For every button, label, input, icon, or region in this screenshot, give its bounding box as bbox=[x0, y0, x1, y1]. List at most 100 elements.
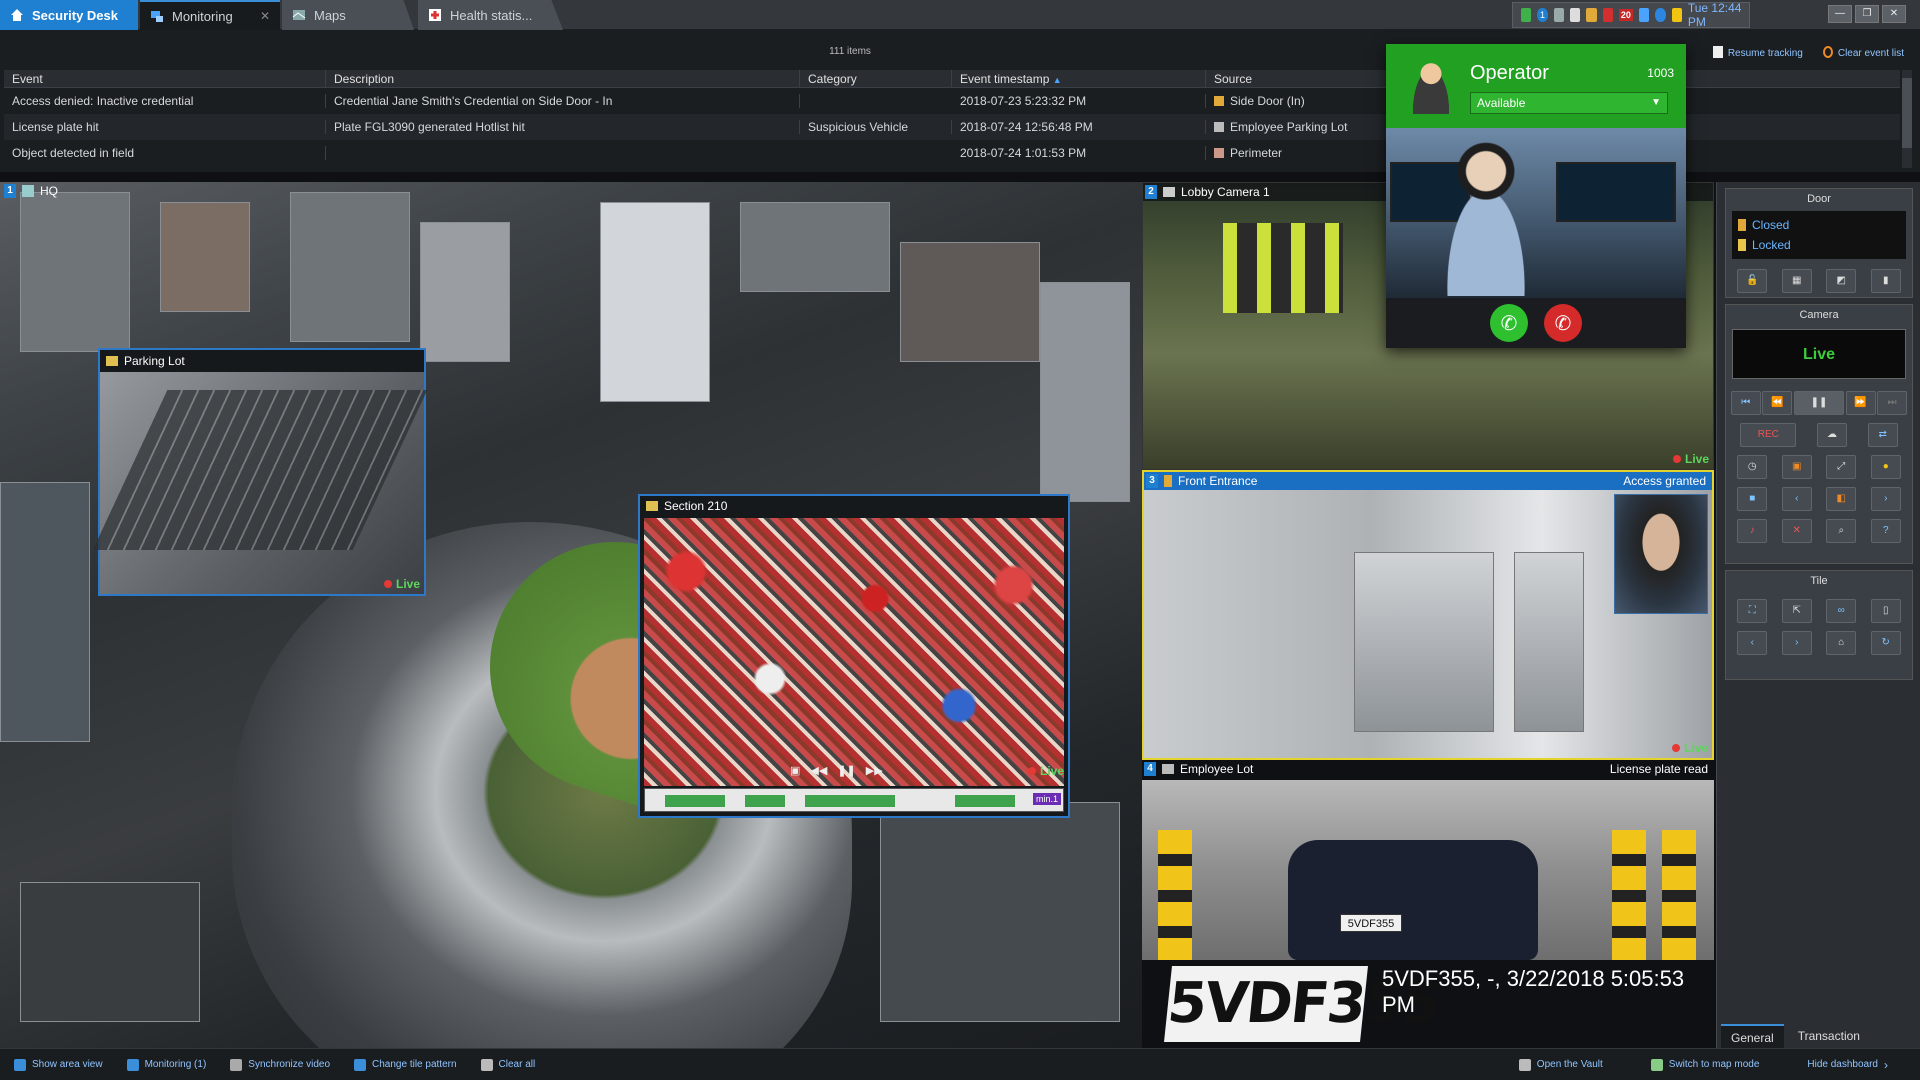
vehicle bbox=[1288, 840, 1538, 960]
forward-button[interactable]: ⏩ bbox=[1845, 391, 1876, 415]
forward-icon[interactable]: ▶▶ bbox=[866, 764, 883, 777]
tab-general[interactable]: General bbox=[1721, 1024, 1784, 1048]
next-button[interactable]: › bbox=[1870, 487, 1901, 511]
close-icon[interactable]: ✕ bbox=[260, 9, 270, 23]
door-closed-label: Closed bbox=[1752, 218, 1790, 232]
search-icon[interactable]: ⌕ bbox=[1826, 519, 1857, 543]
resume-tracking-button[interactable]: Resume tracking bbox=[1712, 46, 1803, 59]
clear-all-label: Clear all bbox=[498, 1059, 536, 1070]
restore-button[interactable]: ❐ bbox=[1855, 5, 1879, 23]
globe-icon[interactable] bbox=[1655, 8, 1666, 22]
building bbox=[880, 802, 1120, 1022]
monitoring-button[interactable]: Monitoring (1) bbox=[126, 1058, 206, 1071]
tile-back-button[interactable]: ‹ bbox=[1737, 631, 1768, 655]
close-window-button[interactable]: ✕ bbox=[1882, 5, 1906, 23]
tile-1-hq-map[interactable]: 1 HQ Parking Lot Live Section 210 ▣ ◀◀ ❚… bbox=[0, 182, 1142, 1048]
block-button[interactable]: ✕ bbox=[1781, 519, 1812, 543]
zoom-button[interactable]: ⤢ bbox=[1826, 455, 1857, 479]
open-vault-label: Open the Vault bbox=[1536, 1059, 1603, 1070]
ptz-button[interactable]: ☁ bbox=[1816, 423, 1847, 447]
tile-number: 4 bbox=[1144, 762, 1156, 776]
playback-timeline[interactable]: min.1 bbox=[644, 788, 1064, 812]
pause-icon[interactable]: ❚❚ bbox=[837, 764, 855, 777]
help-icon[interactable]: ? bbox=[1870, 519, 1901, 543]
column-header-timestamp[interactable]: Event timestamp ▲ bbox=[952, 69, 1206, 88]
pause-button[interactable]: ❚❚ bbox=[1793, 391, 1844, 415]
alarm-icon[interactable] bbox=[1602, 8, 1613, 22]
lobby-video bbox=[1223, 223, 1343, 313]
clock-icon[interactable]: ◷ bbox=[1737, 455, 1768, 479]
synchronize-video-button[interactable]: Synchronize video bbox=[230, 1058, 330, 1071]
delete-button[interactable]: ▮ bbox=[1870, 269, 1901, 293]
tile-3-front-entrance[interactable]: 3 Front Entrance Access granted Live bbox=[1142, 470, 1714, 760]
timeline-scale-label[interactable]: min.1 bbox=[1032, 793, 1061, 805]
bottom-toolbar: Show area view Monitoring (1) Synchroniz… bbox=[0, 1048, 1920, 1080]
scrollbar-thumb[interactable] bbox=[1902, 78, 1912, 148]
float-tile-button[interactable]: ⇱ bbox=[1781, 599, 1812, 623]
override-button[interactable]: ◩ bbox=[1826, 269, 1857, 293]
stop-button[interactable]: ■ bbox=[1737, 487, 1768, 511]
rewind-button[interactable]: ⏪ bbox=[1762, 391, 1793, 415]
link-button[interactable]: ⇄ bbox=[1867, 423, 1898, 447]
record-button[interactable]: REC bbox=[1740, 423, 1797, 447]
unlock-button[interactable]: 🔓 bbox=[1737, 269, 1768, 293]
camera-action-row: REC ☁ ⇄ bbox=[1726, 415, 1912, 447]
previous-button[interactable]: ‹ bbox=[1781, 487, 1812, 511]
link-tile-button[interactable]: ∞ bbox=[1826, 599, 1857, 623]
hide-dashboard-button[interactable]: Hide dashboard › bbox=[1807, 1058, 1888, 1072]
clear-tile-button[interactable]: ▯ bbox=[1870, 599, 1901, 623]
map-icon bbox=[22, 185, 34, 197]
skip-back-button[interactable]: ⏮ bbox=[1730, 391, 1761, 415]
tab-transaction[interactable]: Transaction bbox=[1788, 1024, 1870, 1048]
turnstile-video bbox=[1354, 552, 1494, 732]
tile-forward-button[interactable]: › bbox=[1781, 631, 1812, 655]
tab-maps[interactable]: Maps bbox=[282, 0, 414, 30]
chevron-right-icon: › bbox=[1884, 1057, 1888, 1072]
decline-call-button[interactable]: ✆ bbox=[1544, 304, 1582, 342]
operator-status-dropdown[interactable]: Available ▼ bbox=[1470, 92, 1668, 114]
camera-widget-title: Camera bbox=[1799, 309, 1839, 321]
vehicle-plate: 5VDF355 bbox=[1340, 914, 1402, 932]
minimize-button[interactable]: — bbox=[1828, 5, 1852, 23]
maximize-tile-button[interactable]: ⛶ bbox=[1737, 599, 1768, 623]
refresh-icon[interactable]: ↻ bbox=[1870, 631, 1901, 655]
door-history-button[interactable]: ▦ bbox=[1781, 269, 1812, 293]
skip-forward-button[interactable]: ⏭ bbox=[1877, 391, 1908, 415]
event-list-scrollbar[interactable] bbox=[1902, 70, 1912, 168]
column-header-category[interactable]: Category bbox=[800, 69, 952, 88]
home-icon[interactable]: ⌂ bbox=[1826, 631, 1857, 655]
bookmark-button[interactable]: ● bbox=[1870, 455, 1901, 479]
tab-security-desk[interactable]: Security Desk bbox=[0, 0, 138, 30]
open-vault-button[interactable]: Open the Vault bbox=[1518, 1058, 1603, 1072]
intercom-icon[interactable] bbox=[1586, 8, 1597, 22]
change-tile-pattern-button[interactable]: Change tile pattern bbox=[354, 1058, 457, 1071]
accept-call-button[interactable]: ✆ bbox=[1490, 304, 1528, 342]
device-icon[interactable] bbox=[1569, 8, 1581, 22]
operator-call-popup[interactable]: Operator 1003 Available ▼ ✆ ✆ bbox=[1386, 44, 1686, 348]
tab-health-statistics[interactable]: Health statis... bbox=[418, 0, 563, 30]
chart-warning-icon[interactable] bbox=[1671, 8, 1682, 22]
network-icon[interactable] bbox=[1521, 8, 1532, 22]
export-button[interactable]: ◧ bbox=[1826, 487, 1857, 511]
clear-event-list-label: Clear event list bbox=[1837, 48, 1904, 59]
cell-source-label: Perimeter bbox=[1230, 146, 1283, 160]
parking-lot-video-window[interactable]: Parking Lot Live bbox=[92, 348, 428, 596]
alert-count-badge[interactable]: 20 bbox=[1618, 9, 1633, 21]
show-area-view-button[interactable]: Show area view bbox=[14, 1058, 103, 1071]
column-header-event[interactable]: Event bbox=[4, 69, 326, 88]
snapshot-icon[interactable]: ▣ bbox=[790, 764, 800, 777]
info-badge-icon[interactable]: 1 bbox=[1537, 8, 1548, 22]
snapshot-button[interactable]: ▣ bbox=[1781, 455, 1812, 479]
tile-4-employee-lot[interactable]: 5VDF355 4 Employee Lot License plate rea… bbox=[1142, 760, 1714, 1048]
switch-map-mode-button[interactable]: Switch to map mode bbox=[1650, 1058, 1759, 1072]
tab-monitoring[interactable]: Monitoring ✕ bbox=[140, 0, 280, 30]
column-header-description[interactable]: Description bbox=[326, 69, 800, 88]
clear-event-list-button[interactable]: Clear event list bbox=[1822, 46, 1904, 59]
rewind-icon[interactable]: ◀◀ bbox=[810, 764, 827, 777]
storage-icon[interactable] bbox=[1553, 8, 1564, 22]
door-icon bbox=[1164, 475, 1172, 487]
clear-all-button[interactable]: Clear all bbox=[480, 1058, 536, 1071]
volume-icon[interactable] bbox=[1638, 8, 1650, 22]
section-210-video-window[interactable]: Section 210 ▣ ◀◀ ❚❚ ▶▶ Live min.1 bbox=[638, 494, 1070, 818]
audio-button[interactable]: ♪ bbox=[1737, 519, 1768, 543]
